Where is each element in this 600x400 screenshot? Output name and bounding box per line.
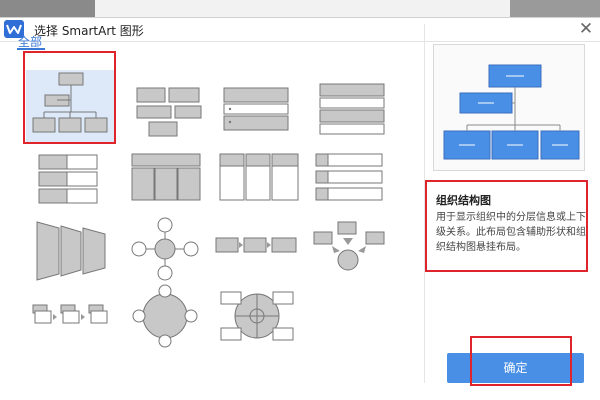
thumbnail-org-list[interactable] — [129, 82, 219, 154]
background-window-strip — [0, 0, 600, 17]
thumbnail-accent-process[interactable] — [31, 285, 121, 357]
thumbnail-step-up-process[interactable] — [33, 218, 123, 290]
layout-preview — [433, 44, 585, 171]
thumbnail-basic-process[interactable] — [214, 218, 304, 290]
ok-button-highlight — [470, 336, 572, 386]
thumbnail-horizontal-bullet-list[interactable] — [216, 150, 306, 222]
thumbnail-picture-list[interactable] — [312, 150, 402, 222]
background-window-left — [0, 0, 95, 17]
dialog-title: 选择 SmartArt 图形 — [34, 24, 144, 38]
close-icon[interactable]: ✕ — [576, 19, 596, 39]
thumbnail-radial-cycle[interactable] — [127, 216, 217, 288]
title-bar: 选择 SmartArt 图形 ✕ — [0, 18, 600, 42]
background-window-right — [510, 0, 600, 17]
thumbnail-converging-arrows[interactable] — [310, 218, 400, 290]
thumbnail-table-hierarchy[interactable] — [129, 150, 219, 222]
thumbnail-selection-highlight — [23, 51, 116, 144]
description-highlight — [425, 180, 588, 272]
thumbnail-vertical-box-list[interactable] — [310, 82, 400, 154]
thumbnail-segmented-cycle[interactable] — [215, 284, 305, 356]
thumbnail-radial-venn[interactable] — [127, 284, 217, 356]
thumbnail-vertical-bullet-list[interactable] — [33, 150, 123, 222]
thumbnail-stacked-list[interactable] — [216, 82, 306, 154]
category-tab-underline — [17, 48, 45, 50]
